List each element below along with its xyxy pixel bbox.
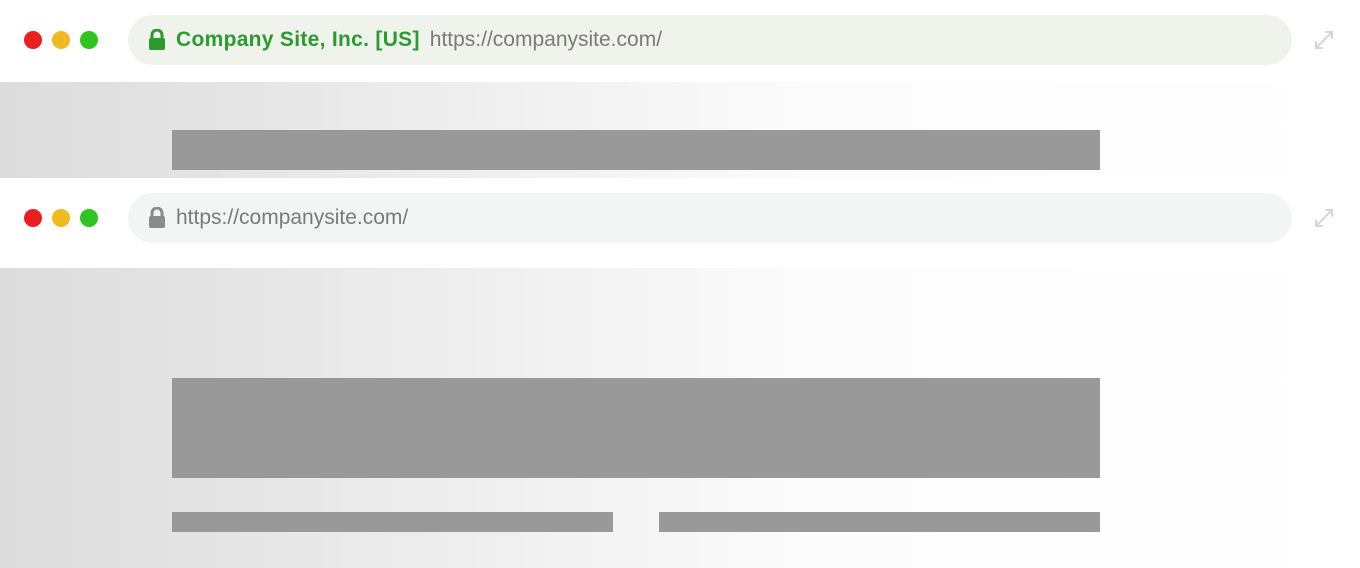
url-text: https://companysite.com/: [176, 206, 408, 230]
close-window-button[interactable]: [24, 31, 42, 49]
window-chrome: Company Site, Inc. [US] https://companys…: [0, 0, 1360, 80]
content-placeholder-col: [172, 512, 613, 532]
ev-certificate-badge: Company Site, Inc. [US]: [176, 28, 420, 52]
address-bar[interactable]: Company Site, Inc. [US] https://companys…: [128, 15, 1292, 65]
content-placeholder-hero: [172, 378, 1100, 478]
window-chrome: https://companysite.com/: [0, 178, 1360, 258]
browser-window-ev: Company Site, Inc. [US] https://companys…: [0, 0, 1360, 82]
traffic-lights: [24, 31, 98, 49]
maximize-window-button[interactable]: [80, 31, 98, 49]
expand-icon[interactable]: [1312, 206, 1336, 230]
page-content-placeholder: [0, 82, 1360, 178]
lock-icon: [148, 29, 166, 51]
minimize-window-button[interactable]: [52, 209, 70, 227]
traffic-lights: [24, 209, 98, 227]
content-placeholder-col: [659, 512, 1100, 532]
page-content-placeholder: [0, 268, 1360, 568]
content-placeholder-row: [172, 512, 1100, 532]
maximize-window-button[interactable]: [80, 209, 98, 227]
content-placeholder-bar: [172, 130, 1100, 170]
minimize-window-button[interactable]: [52, 31, 70, 49]
url-text: https://companysite.com/: [430, 28, 662, 52]
lock-icon: [148, 207, 166, 229]
close-window-button[interactable]: [24, 209, 42, 227]
browser-window-standard: https://companysite.com/: [0, 178, 1360, 268]
expand-icon[interactable]: [1312, 28, 1336, 52]
address-bar[interactable]: https://companysite.com/: [128, 193, 1292, 243]
